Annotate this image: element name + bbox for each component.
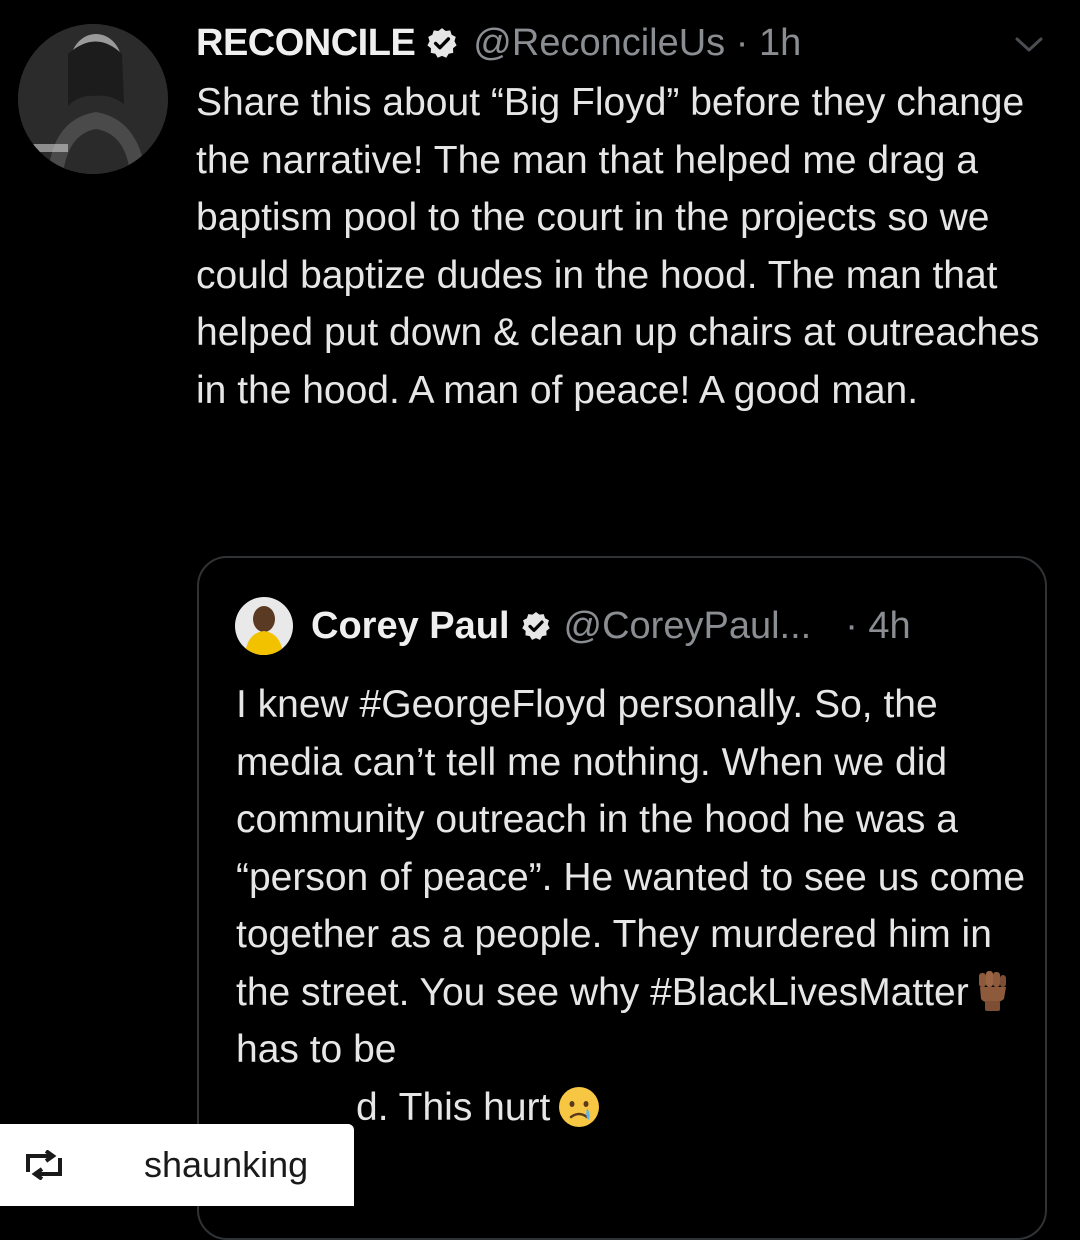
quoted-text-tail: d. This hurt bbox=[356, 1085, 551, 1129]
quoted-text-after-emoji: has to be bbox=[236, 1028, 397, 1071]
tweet-text: Share this about “Big Floyd” before they… bbox=[196, 81, 1040, 412]
quoted-tweet-header: Corey Paul @CoreyPaul... · 4h bbox=[235, 597, 911, 655]
repost-badge[interactable]: shaunking bbox=[0, 1124, 354, 1206]
quoted-tweet-time: · 4h bbox=[845, 604, 911, 647]
quoted-text-main: I knew #GeorgeFloyd personally. So, the … bbox=[236, 683, 1026, 1014]
tweet-card[interactable]: RECONCILE @ReconcileUs · 1h Share this a… bbox=[0, 0, 1080, 1240]
quoted-author-avatar[interactable] bbox=[235, 597, 293, 655]
verified-badge-icon bbox=[427, 28, 457, 58]
raised-fist-emoji bbox=[978, 970, 1006, 1011]
author-name[interactable]: RECONCILE bbox=[196, 22, 416, 65]
crying-face-emoji bbox=[559, 1086, 600, 1127]
quoted-author-handle[interactable]: @CoreyPaul... bbox=[564, 605, 812, 648]
author-handle-time[interactable]: @ReconcileUs · 1h bbox=[473, 22, 801, 65]
author-avatar-image bbox=[18, 24, 168, 174]
quoted-tweet-text: I knew #GeorgeFloyd personally. So, the … bbox=[236, 676, 1026, 1136]
repost-icon bbox=[26, 1150, 62, 1180]
repost-username[interactable]: shaunking bbox=[144, 1144, 308, 1186]
verified-badge-icon bbox=[521, 612, 550, 640]
quoted-author-avatar-image bbox=[235, 597, 293, 655]
tweet-header: RECONCILE @ReconcileUs · 1h bbox=[196, 18, 801, 68]
chevron-down-icon[interactable] bbox=[1014, 36, 1044, 54]
quoted-author-name[interactable]: Corey Paul bbox=[311, 605, 510, 648]
author-avatar[interactable] bbox=[18, 24, 168, 174]
